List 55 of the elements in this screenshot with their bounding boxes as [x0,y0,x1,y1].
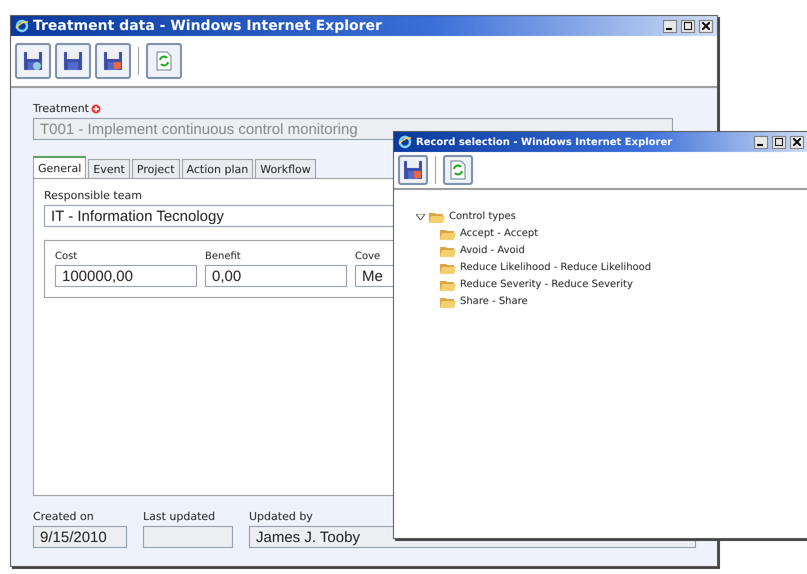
save-new-icon [23,51,43,71]
maximize-button[interactable] [772,136,786,148]
toolbar-button[interactable] [15,43,51,79]
save-close-icon [403,160,423,180]
folder-icon [440,296,456,308]
toolbar-button[interactable] [443,155,473,185]
field-label: Last updated [143,510,216,523]
save-close-icon [103,51,123,71]
window-title: Treatment data - Windows Internet Explorer [33,18,383,34]
input-field[interactable]: 0,00 [205,265,347,287]
tree-item[interactable]: Reduce Likelihood - Reduce Likelihood [460,262,652,273]
tab[interactable]: Project [132,159,180,178]
field-label: Responsible team [44,189,143,202]
folder-icon [429,210,445,222]
browser-icon [398,135,412,149]
minimize-button[interactable] [663,20,677,32]
tab[interactable]: General [33,156,86,178]
folder-icon [440,262,456,274]
maximize-icon [775,138,783,146]
tree-item[interactable]: Share - Share [460,296,528,307]
toolbar-button[interactable] [398,155,428,185]
toolbar-button[interactable] [95,43,131,79]
close-icon [793,138,801,146]
maximize-button[interactable] [681,20,695,32]
toolbar-button[interactable] [55,43,91,79]
tree-item[interactable]: Control types [449,211,516,222]
save-icon [63,51,83,71]
field-label: Treatment [33,102,89,115]
field-label: Cove [355,251,382,262]
close-button[interactable] [790,136,804,148]
tree-item[interactable]: Accept - Accept [460,228,538,239]
folder-icon [440,278,456,290]
collapse-icon[interactable] [416,214,425,220]
close-icon [702,22,710,30]
tree-item[interactable]: Avoid - Avoid [460,245,525,256]
tab[interactable]: Event [88,159,130,178]
maximize-icon [684,22,692,30]
refresh-icon [156,51,172,71]
folder-icon [440,228,456,240]
browser-icon [15,19,29,33]
tab[interactable]: Action plan [182,159,254,178]
folder-icon [440,244,456,256]
close-button[interactable] [699,20,713,32]
input-field[interactable] [143,526,233,548]
input-field[interactable]: 100000,00 [55,265,197,287]
field-label: Created on [33,510,95,523]
refresh-icon [450,160,466,180]
toolbar-button[interactable] [146,43,182,79]
tab[interactable]: Workflow [255,159,316,178]
minimize-button[interactable] [754,136,768,148]
field-label: Updated by [249,510,314,523]
tree-item[interactable]: Reduce Severity - Reduce Severity [460,279,633,290]
input-field[interactable]: 9/15/2010 [33,526,127,548]
field-label: Benefit [205,251,242,262]
field-label: Cost [55,251,78,262]
